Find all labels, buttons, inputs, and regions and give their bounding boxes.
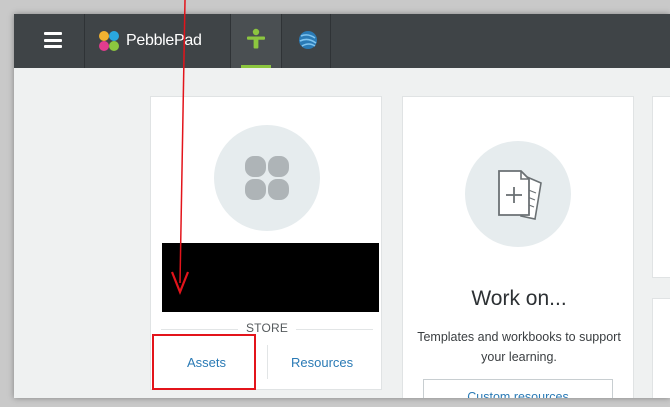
annotation-arrow-icon [170, 0, 190, 295]
screenshot-frame: PebblePad STORE Assets Resources Work on… [0, 0, 670, 407]
